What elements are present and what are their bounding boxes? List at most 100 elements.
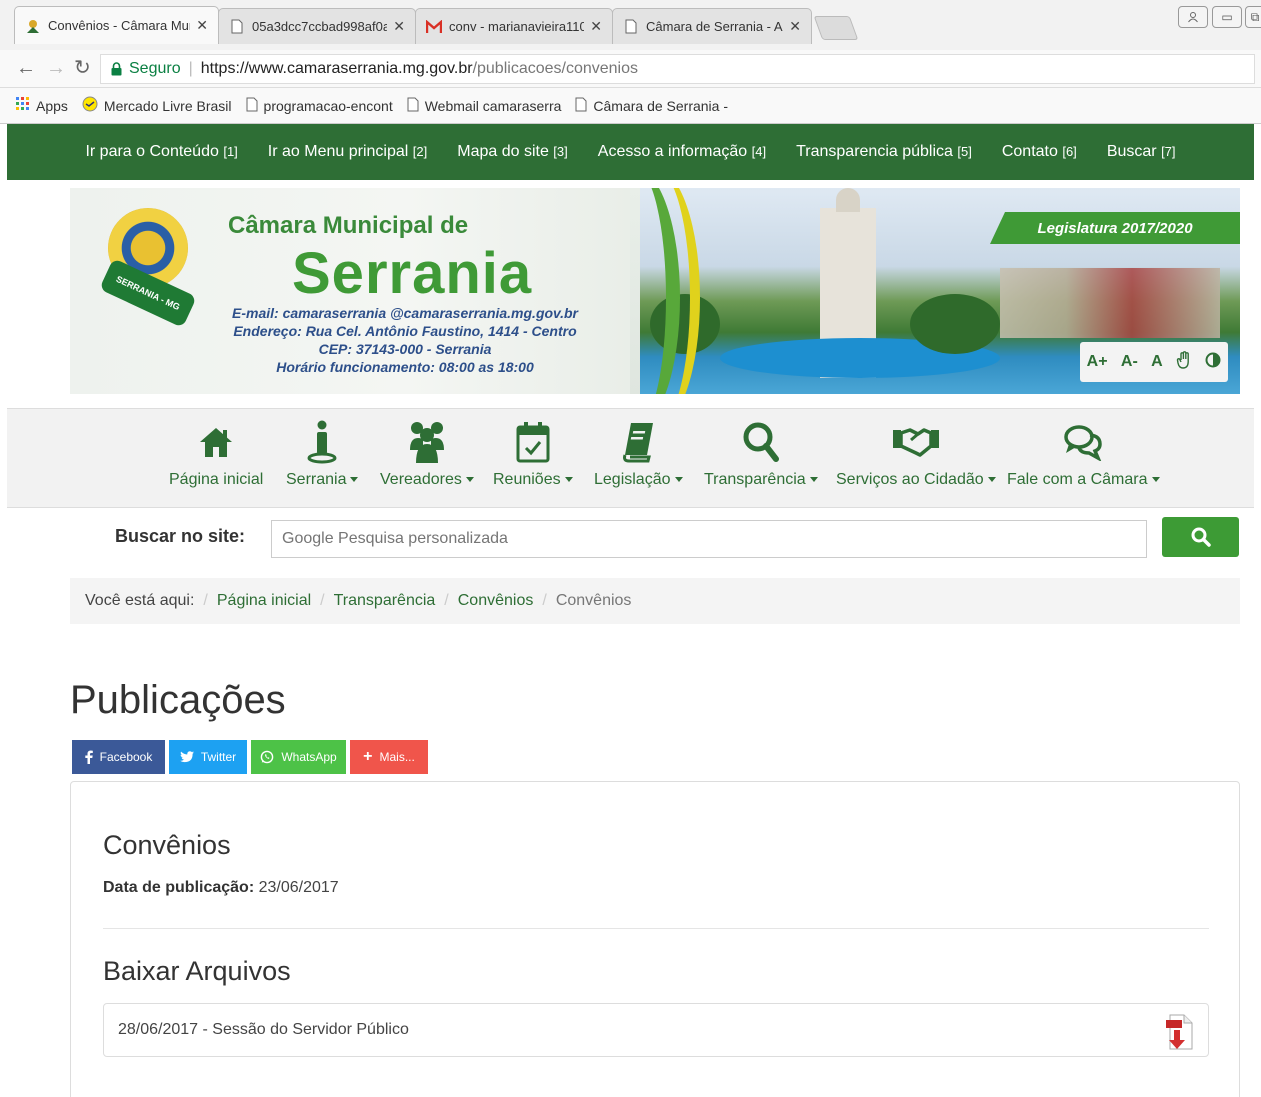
breadcrumb: Você está aqui: / Página inicial / Trans…	[70, 578, 1240, 624]
hand-sign-icon[interactable]	[1176, 350, 1192, 374]
profile-icon[interactable]	[1178, 6, 1208, 28]
browser-tab-bar: Convênios - Câmara Mur ✕ 05a3dcc7ccbad99…	[0, 0, 1261, 50]
forward-arrow-icon[interactable]: →	[46, 58, 66, 78]
share-label: WhatsApp	[281, 750, 337, 764]
twitter-icon	[179, 751, 194, 763]
banner-title-line1: Câmara Municipal de	[228, 212, 469, 239]
accessibility-bar: Ir para o Conteúdo [1] Ir ao Menu princi…	[7, 124, 1254, 180]
skip-to-menu-link[interactable]: Ir ao Menu principal [2]	[268, 143, 427, 161]
apps-grid-icon	[16, 97, 30, 114]
share-facebook-button[interactable]: Facebook	[72, 740, 165, 774]
breadcrumb-separator: /	[203, 592, 208, 609]
access-info-link[interactable]: Acesso a informação [4]	[598, 143, 766, 161]
breadcrumb-separator: /	[320, 592, 325, 609]
bookmark-webmail[interactable]: Webmail camaraserra	[407, 97, 562, 115]
close-tab-icon[interactable]: ✕	[196, 17, 208, 34]
back-arrow-icon[interactable]: ←	[16, 58, 36, 78]
nav-label: Reuniões	[493, 471, 573, 489]
new-tab-button[interactable]	[813, 16, 859, 40]
breadcrumb-transparency-link[interactable]: Transparência	[334, 592, 436, 610]
reload-icon[interactable]: ↻	[74, 58, 91, 78]
downloads-title: Baixar Arquivos	[103, 956, 291, 986]
page-icon	[246, 97, 258, 115]
nav-label: Página inicial	[169, 471, 264, 488]
breadcrumb-home-link[interactable]: Página inicial	[217, 592, 311, 610]
page-icon	[229, 19, 245, 35]
tab-title: Câmara de Serrania - Ad	[646, 19, 784, 34]
banner-cep: CEP: 37143-000 - Serrania	[318, 341, 492, 357]
close-tab-icon[interactable]: ✕	[590, 18, 602, 35]
bookmark-label: Webmail camaraserra	[424, 97, 562, 114]
browser-tab[interactable]: Câmara de Serrania - Ad ✕	[612, 8, 812, 44]
browser-tab[interactable]: conv - marianavieira110 ✕	[415, 8, 613, 44]
url-bar[interactable]: Seguro | https://www.camaraserrania.mg.g…	[100, 54, 1255, 84]
nav-item-legislacao[interactable]: Legislação	[594, 417, 683, 489]
breadcrumb-separator: /	[542, 592, 547, 609]
banner-email: E-mail: camaraserrania @camaraserrania.m…	[232, 305, 578, 321]
bookmark-apps[interactable]: Apps	[16, 97, 68, 114]
banner-address: Endereço: Rua Cel. Antônio Faustino, 141…	[233, 323, 577, 339]
contact-link[interactable]: Contato [6]	[1002, 143, 1077, 161]
maximize-icon[interactable]: ⧉	[1245, 6, 1261, 28]
minimize-icon[interactable]: ▭	[1212, 6, 1242, 28]
houses-image	[1000, 268, 1220, 338]
book-icon	[621, 417, 655, 467]
breadcrumb-separator: /	[444, 592, 449, 609]
transparency-link[interactable]: Transparencia pública [5]	[796, 143, 972, 161]
font-decrease-button[interactable]: A-	[1121, 353, 1138, 371]
page-icon	[623, 19, 639, 35]
share-label: Twitter	[200, 750, 237, 764]
nav-item-vereadores[interactable]: Vereadores	[380, 417, 474, 489]
chat-icon	[1063, 417, 1103, 467]
bookmark-camara[interactable]: Câmara de Serrania -	[575, 97, 728, 115]
publication-date-value: 23/06/2017	[258, 879, 339, 896]
bookmark-mercado-livre[interactable]: Mercado Livre Brasil	[82, 96, 232, 115]
share-whatsapp-button[interactable]: WhatsApp	[251, 740, 346, 774]
tab-title: Convênios - Câmara Mur	[48, 18, 191, 33]
download-file-row[interactable]: 28/06/2017 - Sessão do Servidor Público	[103, 1003, 1209, 1057]
nav-item-servicos[interactable]: Serviços ao Cidadão	[836, 417, 996, 489]
site-favicon-icon	[25, 18, 41, 34]
nav-item-transparencia[interactable]: Transparência	[704, 417, 818, 489]
pdf-icon[interactable]	[1164, 1014, 1194, 1055]
share-label: Facebook	[99, 750, 153, 764]
publication-panel: Convênios Data de publicação: 23/06/2017…	[70, 781, 1240, 1097]
sitemap-link[interactable]: Mapa do site [3]	[457, 143, 568, 161]
tab-title: 05a3dcc7ccbad998af0a6	[252, 19, 388, 34]
browser-tab[interactable]: 05a3dcc7ccbad998af0a6 ✕	[218, 8, 416, 44]
url-host: https://www.camaraserrania.mg.gov.br	[200, 60, 473, 77]
skip-to-content-link[interactable]: Ir para o Conteúdo [1]	[85, 143, 237, 161]
site-search-button[interactable]	[1162, 517, 1239, 557]
nav-label: Transparência	[704, 471, 818, 489]
secure-indicator[interactable]: Seguro	[111, 60, 181, 78]
close-tab-icon[interactable]: ✕	[789, 18, 801, 35]
nav-item-home[interactable]: Página inicial	[169, 417, 263, 489]
banner-yellow-stripe	[610, 188, 700, 394]
address-bar-row: ← → ↻ Seguro | https://www.camaraserrani…	[0, 50, 1261, 88]
handshake-icon	[82, 96, 98, 115]
main-navigation: Página inicial Serrania Vereadores Reuni…	[7, 408, 1254, 508]
publication-date: Data de publicação: 23/06/2017	[103, 879, 339, 897]
font-reset-button[interactable]: A	[1151, 353, 1163, 371]
bookmark-programacao[interactable]: programacao-encont	[246, 97, 393, 115]
site-banner: SERRANIA - MG Câmara Municipal de Serran…	[70, 188, 1240, 394]
nav-label: Legislação	[594, 471, 683, 489]
search-link[interactable]: Buscar [7]	[1107, 143, 1176, 161]
contrast-icon[interactable]	[1205, 352, 1221, 373]
breadcrumb-convenios-link[interactable]: Convênios	[458, 592, 534, 610]
share-twitter-button[interactable]: Twitter	[169, 740, 247, 774]
tree-image	[910, 294, 1000, 354]
search-icon	[1191, 527, 1211, 547]
browser-tab[interactable]: Convênios - Câmara Mur ✕	[14, 6, 219, 44]
handshake-icon	[892, 417, 940, 467]
home-icon	[198, 417, 234, 467]
site-search-input[interactable]	[271, 520, 1147, 558]
nav-item-serrania[interactable]: Serrania	[286, 417, 359, 489]
font-increase-button[interactable]: A+	[1087, 353, 1108, 371]
nav-item-reunioes[interactable]: Reuniões	[493, 417, 573, 489]
share-more-button[interactable]: + Mais...	[350, 740, 428, 774]
facebook-icon	[84, 750, 93, 764]
nav-item-fale-conosco[interactable]: Fale com a Câmara	[1007, 417, 1160, 489]
lock-icon	[111, 62, 122, 76]
close-tab-icon[interactable]: ✕	[393, 18, 405, 35]
